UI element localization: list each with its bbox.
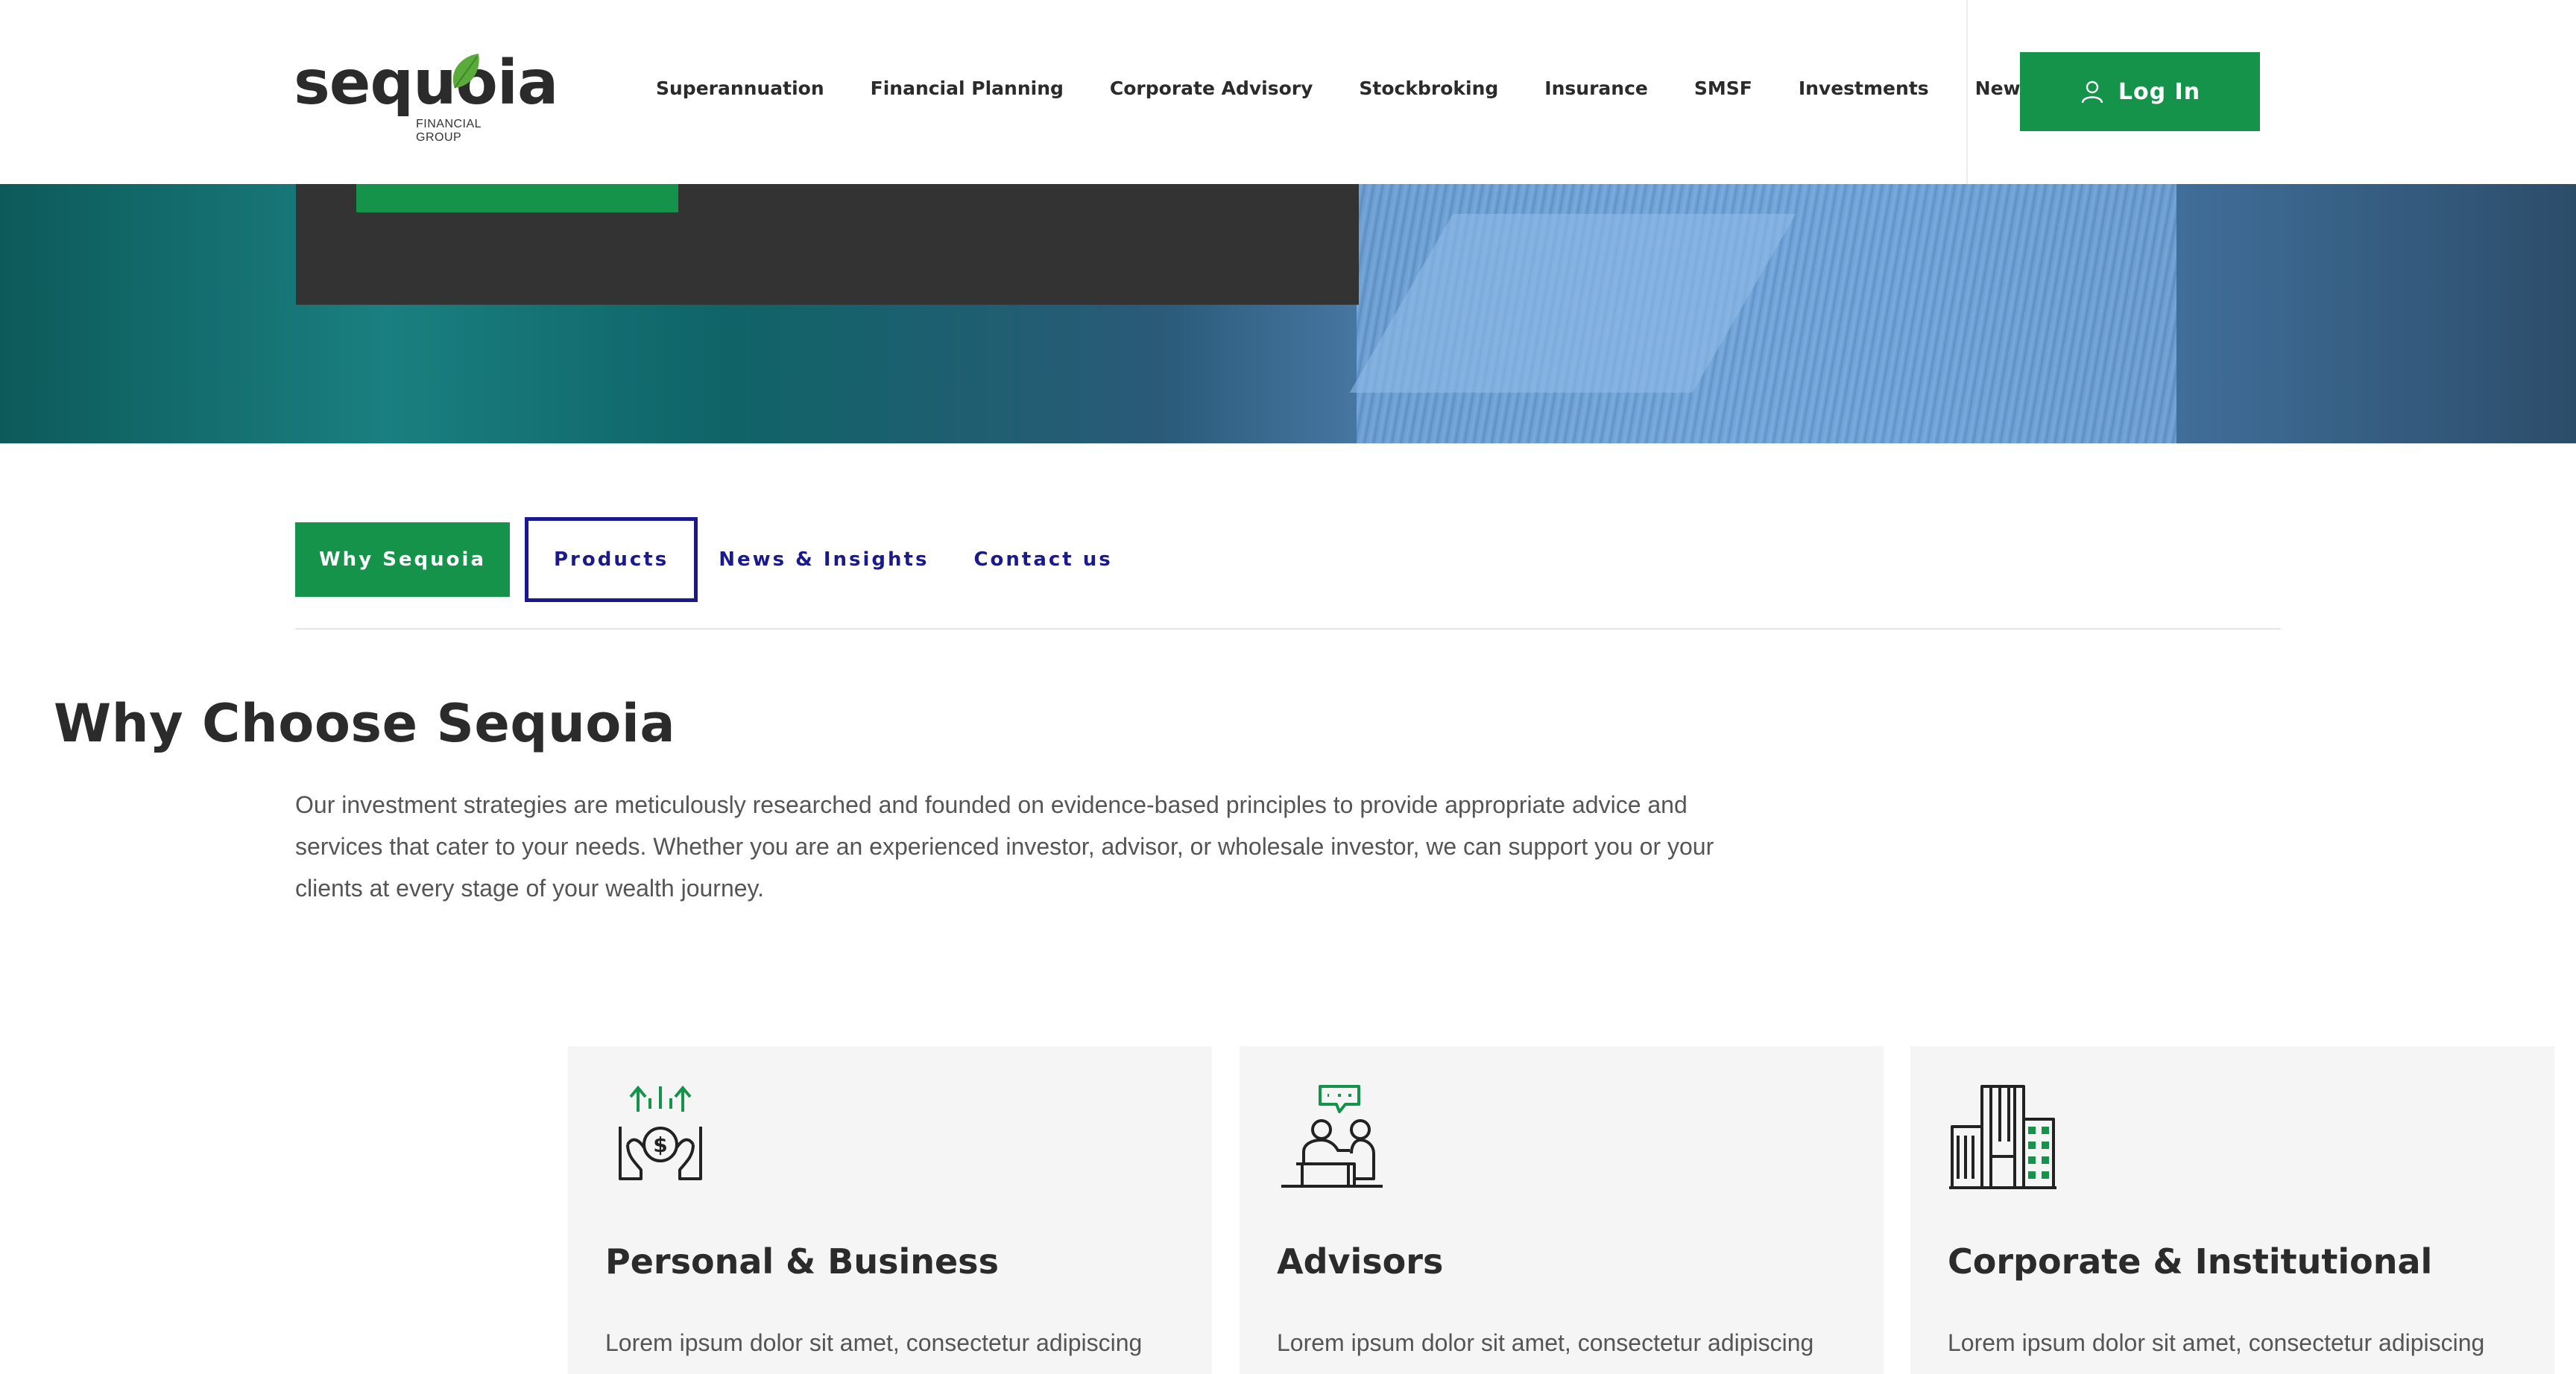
card-text: Lorem ipsum dolor sit amet, consectetur … bbox=[1277, 1329, 1814, 1356]
card-advisors[interactable]: Advisors Lorem ipsum dolor sit amet, con… bbox=[1240, 1046, 1884, 1374]
card-title: Corporate & Institutional bbox=[1948, 1241, 2433, 1282]
tab-contact-us[interactable]: Contact us bbox=[973, 548, 1112, 571]
card-title: Advisors bbox=[1277, 1241, 1444, 1282]
money-hands-icon: $ bbox=[619, 1085, 702, 1180]
logo-tagline: FINANCIAL GROUP bbox=[416, 118, 482, 144]
section-title: Why Choose Sequoia bbox=[54, 693, 676, 754]
card-text: Lorem ipsum dolor sit amet, consectetur … bbox=[1948, 1329, 2485, 1356]
hero-cta-button[interactable] bbox=[356, 184, 678, 212]
leaf-icon bbox=[452, 54, 479, 89]
tab-news-insights[interactable]: News & Insights bbox=[719, 548, 929, 571]
login-button[interactable]: Log In bbox=[2020, 52, 2260, 131]
section-tabs: Why Sequoia Products News & Insights Con… bbox=[295, 517, 1158, 602]
card-text: Lorem ipsum dolor sit amet, consectetur … bbox=[605, 1329, 1143, 1356]
nav-smsf[interactable]: SMSF bbox=[1694, 77, 1752, 107]
login-label: Log In bbox=[2118, 78, 2201, 105]
logo-wordmark: sequoia bbox=[294, 48, 558, 118]
main-navigation: Superannuation Financial Planning Corpor… bbox=[656, 77, 2032, 107]
user-icon bbox=[2081, 80, 2103, 104]
brand-logo[interactable]: sequoia FINANCIAL GROUP bbox=[294, 48, 558, 144]
nav-stockbroking[interactable]: Stockbroking bbox=[1359, 77, 1498, 107]
tab-why-sequoia[interactable]: Why Sequoia bbox=[295, 522, 510, 597]
tabs-divider bbox=[295, 628, 2281, 630]
advisor-meeting-icon bbox=[1281, 1085, 1383, 1188]
nav-superannuation[interactable]: Superannuation bbox=[656, 77, 824, 107]
site-header: sequoia FINANCIAL GROUP Superannuation F… bbox=[0, 0, 2576, 184]
nav-insurance[interactable]: Insurance bbox=[1544, 77, 1648, 107]
section-intro: Our investment strategies are meticulous… bbox=[295, 791, 1714, 902]
svg-text:$: $ bbox=[653, 1133, 667, 1157]
header-divider bbox=[1966, 0, 1968, 184]
tab-products[interactable]: Products bbox=[525, 517, 698, 602]
nav-financial-planning[interactable]: Financial Planning bbox=[871, 77, 1064, 107]
nav-investments[interactable]: Investments bbox=[1799, 77, 1929, 107]
office-buildings-icon bbox=[1949, 1085, 2056, 1189]
card-corporate-institutional[interactable]: Corporate & Institutional Lorem ipsum do… bbox=[1910, 1046, 2554, 1374]
card-personal-business[interactable]: $ Personal & Business Lorem ipsum dolor … bbox=[568, 1046, 1212, 1374]
card-title: Personal & Business bbox=[605, 1241, 999, 1282]
nav-corporate-advisory[interactable]: Corporate Advisory bbox=[1110, 77, 1313, 107]
